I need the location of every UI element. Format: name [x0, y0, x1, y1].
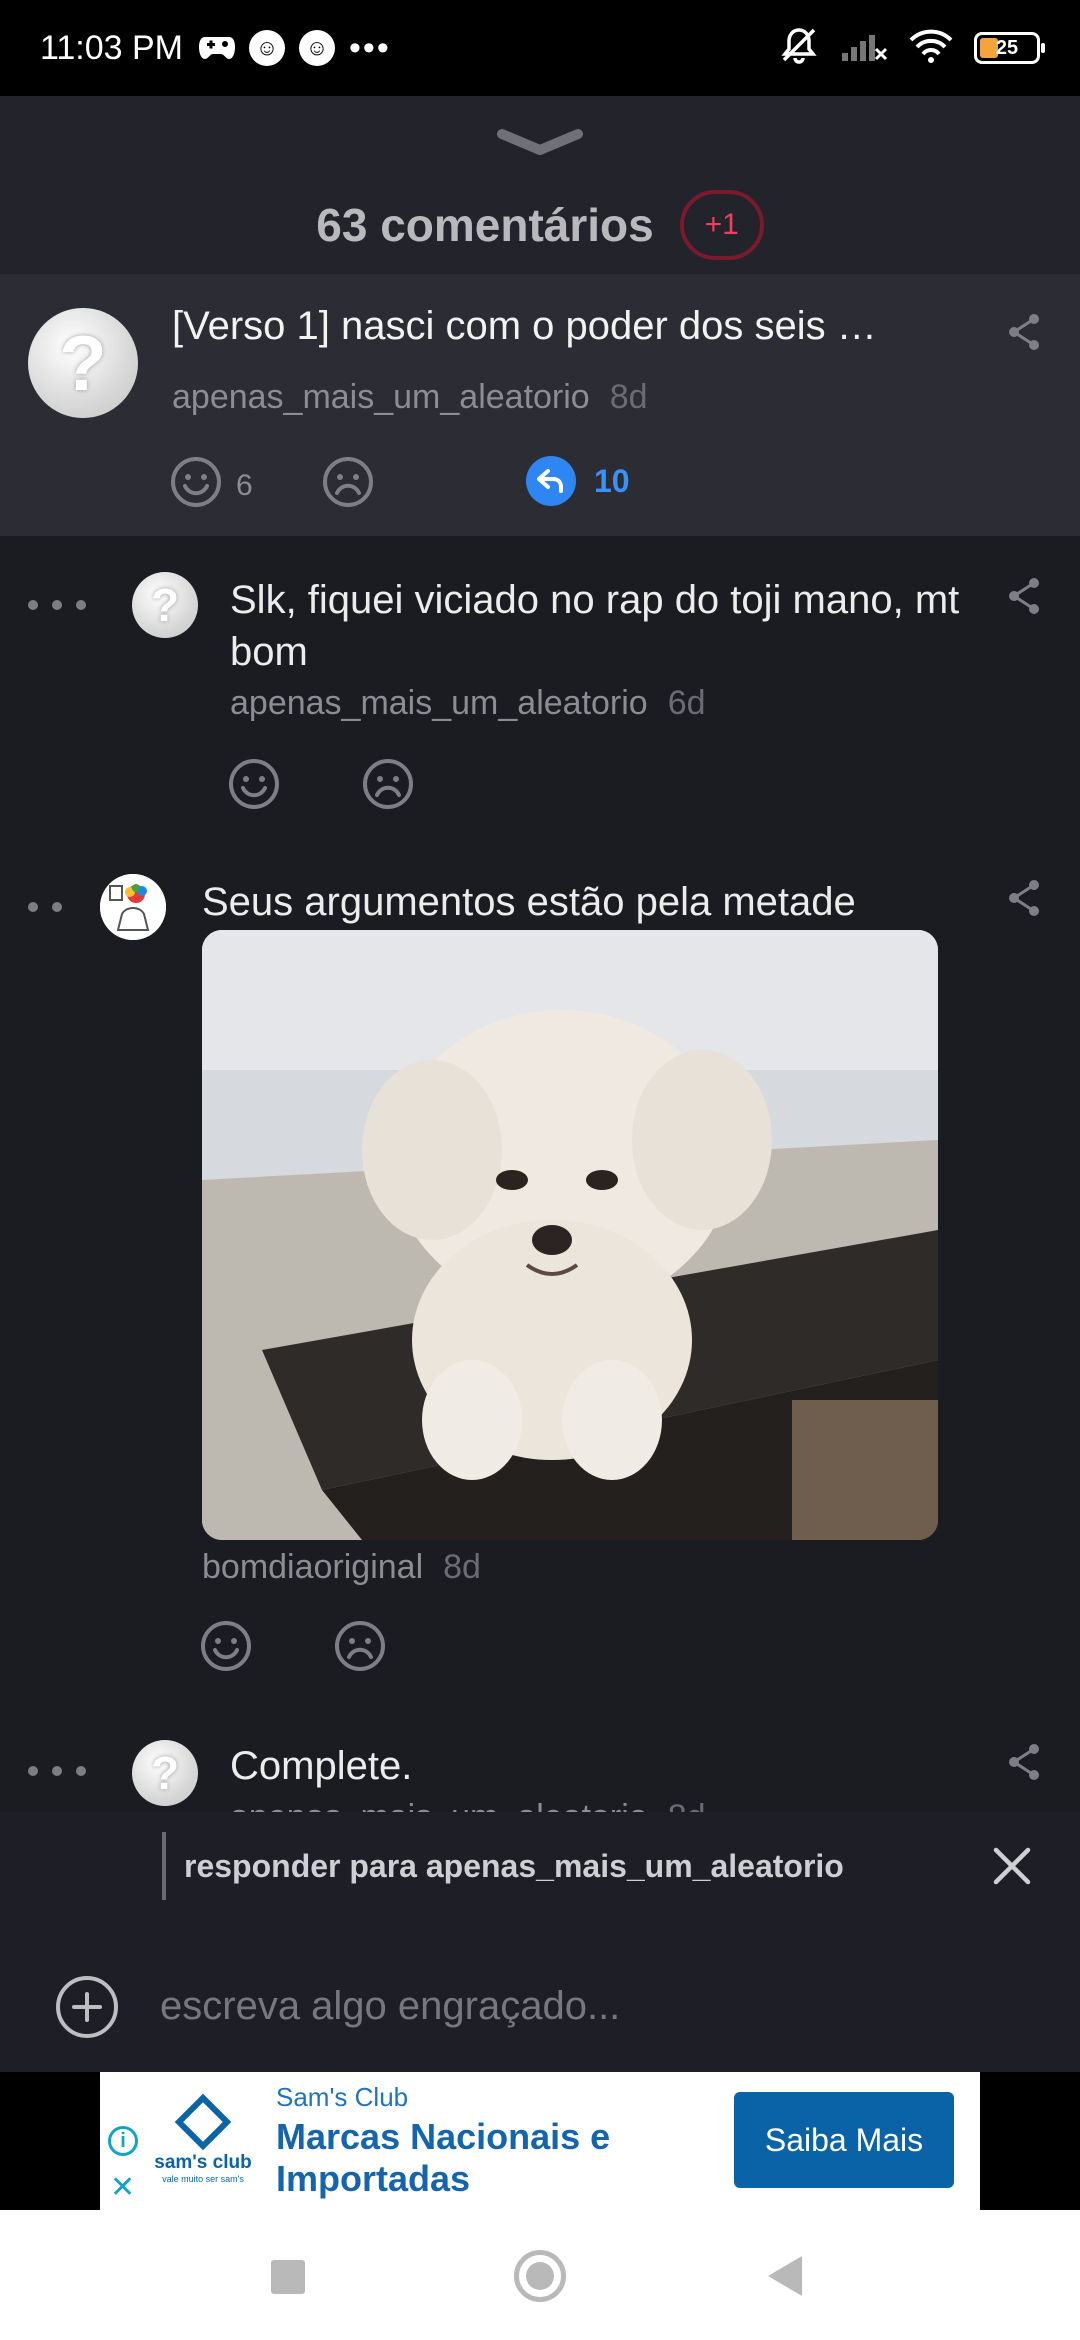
like-reaction-button[interactable]: [228, 758, 280, 818]
status-bar: 11:03 PM ☺ ☺ ••• 25: [0, 0, 1080, 96]
dislike-reaction-button[interactable]: [322, 456, 374, 516]
mute-icon: [778, 26, 820, 71]
reply-target-label: responder para apenas_mais_um_aleatorio: [184, 1848, 844, 1884]
ad-headline: Marcas Nacionais e Importadas: [276, 2116, 611, 2199]
plus-icon: [72, 1992, 102, 2022]
comment-meta: apenas_mais_um_aleatorio 8d: [172, 378, 648, 417]
message-input-row: [0, 1942, 1080, 2072]
thread-depth-indicator: [28, 1766, 86, 1776]
smile-icon: [228, 758, 280, 818]
gamepad-icon: [199, 31, 236, 66]
comment-age: 8d: [609, 378, 648, 416]
ad-info-icon[interactable]: i: [108, 2126, 138, 2156]
ad-banner[interactable]: i ✕ sam's club vale muito ser sam's Sam'…: [100, 2072, 980, 2210]
author-name[interactable]: apenas_mais_um_aleatorio: [172, 378, 590, 416]
avatar[interactable]: ?: [28, 308, 138, 418]
logo-name: sam's club: [154, 2152, 252, 2173]
wifi-icon: [908, 29, 954, 68]
status-time: 11:03 PM: [40, 28, 184, 67]
comments-title: 63 comentários +1: [0, 190, 1080, 260]
collapse-chevron-icon[interactable]: [496, 128, 584, 156]
frown-icon: [362, 758, 414, 818]
reply-indicator: [162, 1832, 166, 1900]
advertiser-logo: sam's club vale muito ser sam's: [148, 2093, 258, 2184]
logo-tagline: vale muito ser sam's: [162, 2174, 244, 2184]
parent-comment[interactable]: ? [Verso 1] nasci com o poder dos seis ……: [0, 274, 1080, 536]
dislike-reaction-button[interactable]: [334, 1620, 386, 1680]
share-icon[interactable]: [1006, 576, 1042, 616]
frown-icon: [334, 1620, 386, 1680]
comments-sheet-header: 63 comentários +1: [0, 96, 1080, 274]
comment-age: 8d: [443, 1548, 481, 1586]
more-notifications-icon: •••: [349, 28, 391, 67]
diamond-logo-icon: [174, 2093, 232, 2151]
share-icon[interactable]: [1006, 312, 1042, 352]
notification-icons: ☺ ☺: [199, 30, 336, 66]
ad-cta-button[interactable]: Saiba Mais: [734, 2092, 954, 2188]
ad-brand: Sam's Club: [276, 2082, 409, 2112]
thread-depth-indicator: [28, 600, 86, 610]
system-icons: 25: [778, 26, 1045, 71]
comment-text: Complete.: [230, 1744, 413, 1788]
battery-level: 25: [995, 36, 1019, 59]
emoji-app-icon: ☺: [249, 30, 286, 66]
like-reaction-button[interactable]: 6: [170, 456, 253, 516]
comment-text: Seus argumentos estão pela metade: [202, 880, 856, 924]
ad-banner-container: i ✕ sam's club vale muito ser sam's Sam'…: [0, 2072, 1080, 2210]
like-count: 6: [236, 469, 253, 502]
reply-composer: responder para apenas_mais_um_aleatorio: [0, 1812, 1080, 2072]
avatar[interactable]: ?: [132, 1740, 198, 1806]
close-icon[interactable]: [992, 1846, 1032, 1886]
avatar[interactable]: ?: [132, 572, 198, 638]
thread-depth-indicator: [28, 902, 62, 912]
share-icon[interactable]: [1006, 878, 1042, 918]
frown-icon: [322, 456, 374, 516]
smile-icon: [200, 1620, 252, 1680]
like-reaction-button[interactable]: [200, 1620, 252, 1680]
comment-meta: bomdiaoriginal 8d: [202, 1548, 481, 1587]
comments-count: 63 comentários: [316, 199, 654, 251]
comment-text: [Verso 1] nasci com o poder dos seis …: [172, 304, 877, 348]
reply-icon: [526, 456, 576, 506]
ad-close-icon[interactable]: ✕: [110, 2170, 135, 2205]
home-button[interactable]: [514, 2250, 566, 2302]
comment-meta: apenas_mais_um_aleatorio 6d: [230, 684, 706, 723]
comment-input[interactable]: [160, 1976, 1020, 2036]
comment-text: Slk, fiquei viciado no rap do toji mano,…: [230, 578, 960, 674]
replies-button[interactable]: 10: [526, 456, 630, 506]
replies-count: 10: [594, 462, 630, 499]
back-button[interactable]: [768, 2256, 802, 2296]
comment-age: 6d: [667, 684, 706, 722]
smile-icon: [170, 456, 222, 516]
emoji-app-icon: ☺: [299, 30, 336, 66]
share-icon[interactable]: [1006, 1742, 1042, 1782]
system-nav-bar: [0, 2210, 1080, 2340]
signal-icon: [840, 29, 888, 68]
recents-button[interactable]: [271, 2260, 305, 2294]
dislike-reaction-button[interactable]: [362, 758, 414, 818]
comment-image[interactable]: [202, 930, 938, 1540]
add-attachment-button[interactable]: [56, 1976, 118, 2038]
author-name[interactable]: apenas_mais_um_aleatorio: [230, 684, 648, 722]
battery-icon: 25: [974, 32, 1045, 64]
author-name[interactable]: bomdiaoriginal: [202, 1548, 423, 1586]
avatar[interactable]: [100, 874, 166, 940]
new-comments-badge[interactable]: +1: [679, 190, 764, 260]
